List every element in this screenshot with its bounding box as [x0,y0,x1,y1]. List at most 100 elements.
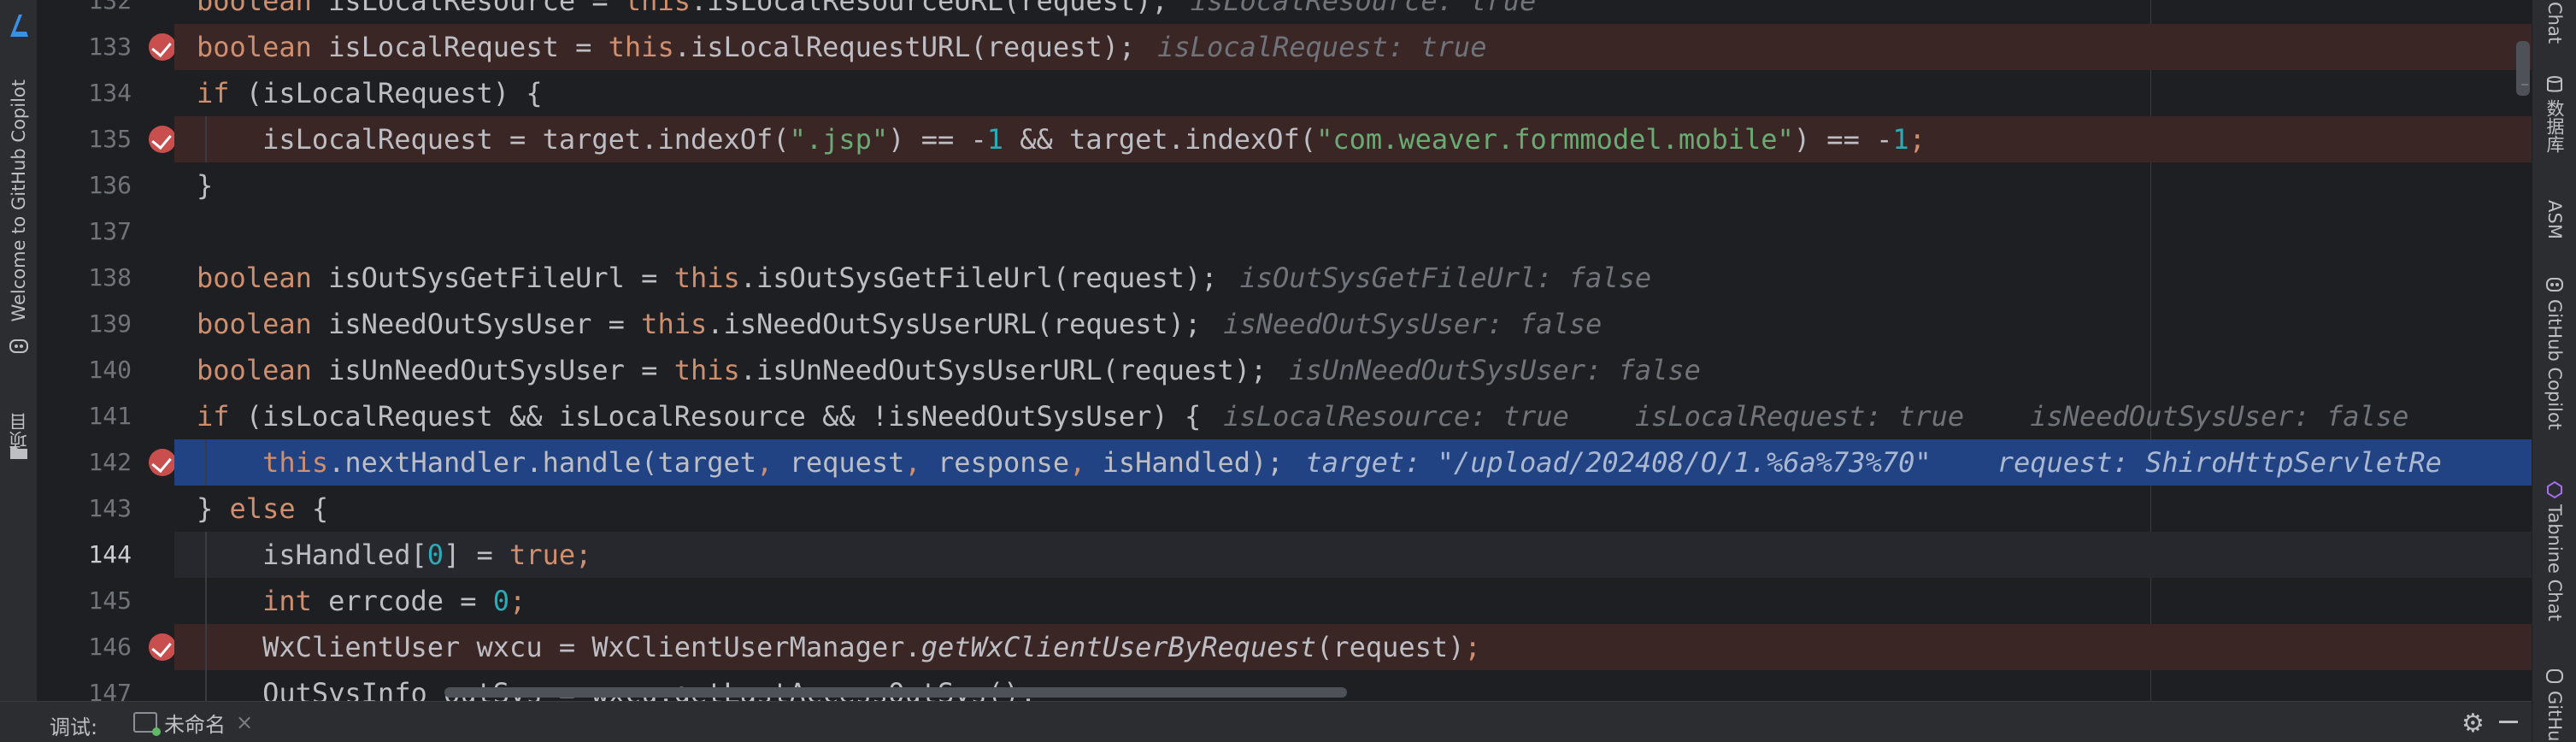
minimize-icon[interactable] [2499,721,2518,723]
code-token: ) == - [888,123,987,156]
code-line[interactable]: boolean isLocalResource = this.isLocalRe… [174,0,2532,24]
tool-tab-github[interactable]: GitHu [2539,667,2570,741]
line-number: 140 [88,356,132,384]
code-line[interactable]: isHandled[0] = true; [174,532,2532,578]
code-token: isUnNeedOutSysUser = [328,354,674,386]
code-token: boolean [197,354,329,386]
horizontal-scrollbar[interactable] [444,687,1347,698]
code-token: if [197,77,246,109]
code-line[interactable]: boolean isNeedOutSysUser = this.isNeedOu… [174,301,2532,347]
editor-gutter[interactable]: 132 133 134 135 136 137 138 139 140 141 142 143 144 1… [38,0,214,707]
code-line[interactable]: isLocalRequest = target.indexOf(".jsp") … [174,116,2532,162]
code-line[interactable] [174,209,2532,255]
vertical-scrollbar[interactable] [2516,41,2530,96]
code-token: 0 [426,539,444,571]
code-token: ) == - [1793,123,1893,156]
code-token: this [673,262,740,294]
breakpoint-icon[interactable] [149,633,176,661]
code-token: { [311,492,329,525]
tool-tab-label: GitHub Copilot [2544,299,2565,431]
code-token: if [197,400,246,433]
code-text: int errcode = 0; [197,578,526,624]
inline-debug-value[interactable]: isLocalRequest: true [1157,31,1486,63]
code-token: boolean [197,0,329,17]
code-token: .isUnNeedOutSysUserURL(request); [739,354,1267,386]
tabnine-icon [2547,480,2562,499]
line-number: 133 [88,32,132,61]
code-token: ; [1464,631,1481,663]
database-icon [2547,76,2562,92]
code-line[interactable]: } [174,162,2532,209]
code-token: isLocalRequest = [328,31,609,63]
breakpoint-icon[interactable] [149,33,176,61]
scroll-marker [2521,84,2528,85]
code-token: this [197,446,329,479]
code-line[interactable]: boolean isUnNeedOutSysUser = this.isUnNe… [174,347,2532,393]
code-line[interactable]: WxClientUser wxcu = WxClientUserManager.… [174,624,2532,670]
copilot-icon [9,339,28,353]
code-token: isNeedOutSysUser = [328,308,642,340]
code-token: this [673,354,740,386]
code-token: .nextHandler.handle(target [328,446,757,479]
ide-window: Welcome to GitHub Copilot 项目 132 133 134 13… [0,0,2576,742]
code-text: boolean isLocalResource = this.isLocalRe… [197,0,1536,24]
code-token: request [789,446,905,479]
code-text: boolean isLocalRequest = this.isLocalReq… [197,24,1486,70]
debug-tool-window-bar: 调试: 未命名 × ⚙ [0,701,2532,742]
tool-tab-tabnine-chat[interactable]: Tabnine Chat [2539,480,2570,621]
debug-label: 调试: [50,716,98,739]
copilot-tool-button[interactable] [3,332,34,361]
line-number: 137 [88,217,132,245]
code-text: if (isLocalRequest && isLocalResource &&… [197,393,2408,439]
close-icon[interactable]: × [236,710,253,734]
code-line[interactable]: int errcode = 0; [174,578,2532,624]
code-line[interactable]: if (isLocalRequest && isLocalResource &&… [174,393,2532,439]
code-token: && target.indexOf( [1003,123,1317,156]
folder-icon [10,447,27,459]
breakpoint-icon[interactable] [149,449,176,476]
line-number: 134 [88,79,132,107]
inline-debug-value[interactable]: isLocalResource: true isLocalRequest: tr… [1223,400,2408,433]
left-tool-strip: Welcome to GitHub Copilot 项目 [0,0,38,701]
code-token: 1 [1892,123,1909,156]
copilot-icon [2546,669,2563,683]
inline-debug-value[interactable]: isUnNeedOutSysUser: false [1289,354,1701,386]
code-text: this.nextHandler.handle(target, request,… [197,439,2442,486]
debug-session-name: 未命名 [164,712,226,737]
breakpoint-icon[interactable] [149,126,176,153]
line-number: 146 [88,633,132,661]
debug-session-tab[interactable]: 未命名 × [133,707,253,738]
tool-tab-copilot-welcome[interactable]: Welcome to GitHub Copilot [3,77,34,325]
inline-debug-value[interactable]: isOutSysGetFileUrl: false [1239,262,1651,294]
code-token: .isLocalResourceURL(request); [690,0,1168,17]
tool-tab-chat[interactable]: Chat [2539,2,2570,44]
code-text: boolean isOutSysGetFileUrl = this.isOutS… [197,255,1651,301]
inline-debug-value[interactable]: target: "/upload/202408/O/1.%6a%73%70" r… [1306,446,2442,479]
tool-tab-database[interactable]: 数据库 [2539,75,2570,153]
code-token: .isLocalRequestURL(request); [673,31,1136,63]
inline-debug-value[interactable]: isLocalResource: true [1191,0,1537,17]
code-text: isLocalRequest = target.indexOf(".jsp") … [197,116,1926,162]
code-text: boolean isNeedOutSysUser = this.isNeedOu… [197,301,1602,347]
code-editor[interactable]: boolean isLocalResource = this.isLocalRe… [174,0,2532,701]
code-token: this [608,31,674,63]
gear-icon[interactable]: ⚙ [2461,709,2485,739]
code-line[interactable]: boolean isOutSysGetFileUrl = this.isOutS… [174,255,2532,301]
code-line[interactable]: } else { [174,486,2532,532]
inline-debug-value[interactable]: isNeedOutSysUser: false [1223,308,1602,340]
code-line[interactable]: if (isLocalRequest) { [174,70,2532,116]
code-token: this [624,0,691,17]
folder-tool-button[interactable] [3,439,34,465]
tool-tab-label: 数据库 [2544,99,2565,153]
tool-tab-github-copilot[interactable]: GitHub Copilot [2539,275,2570,430]
line-number: 138 [88,263,132,292]
tool-tab-label: ASM [2544,200,2565,239]
tool-tab-asm[interactable]: ASM [2539,200,2570,239]
code-token: else [229,492,312,525]
azure-tool-button[interactable] [3,9,34,43]
indent-guide [205,532,207,701]
tool-tab-label: Tabnine Chat [2544,504,2565,621]
code-line[interactable]: this.nextHandler.handle(target, request,… [174,439,2532,486]
code-line[interactable]: boolean isLocalRequest = this.isLocalReq… [174,24,2532,70]
code-token: true; [509,539,592,571]
